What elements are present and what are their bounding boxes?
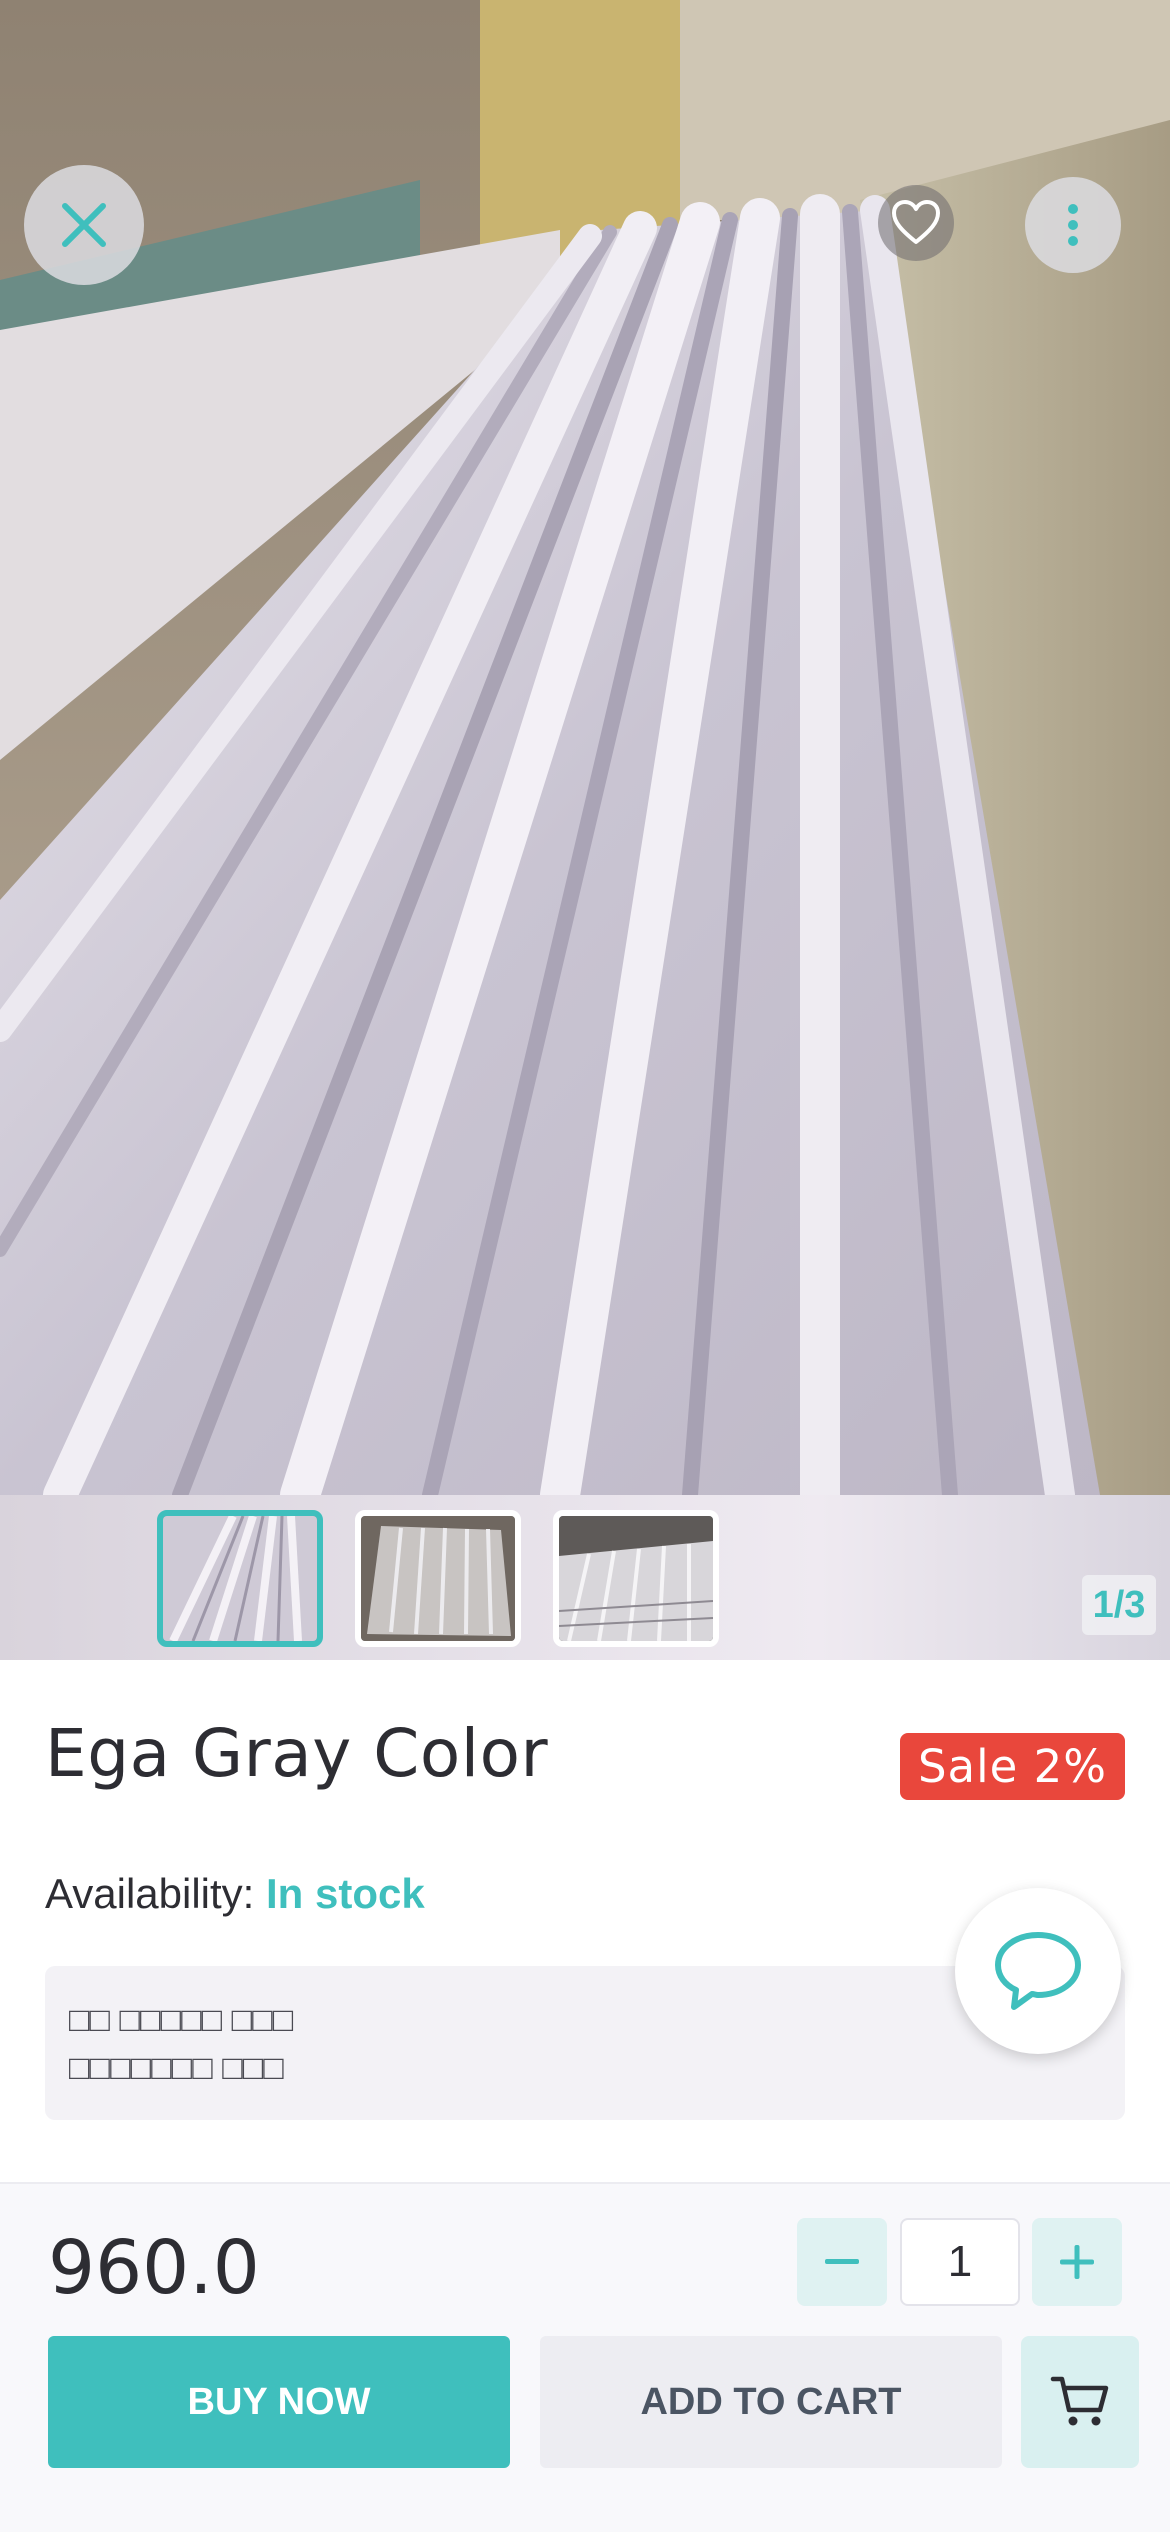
product-title: Ega Gray Color (45, 1715, 549, 1792)
close-button[interactable] (24, 165, 144, 285)
description-line-1: □□ □□□□□ □□□ (69, 2001, 294, 2039)
quantity-decrease-button[interactable] (797, 2218, 887, 2306)
minus-icon (825, 2259, 859, 2264)
more-options-button[interactable] (1025, 177, 1121, 273)
favorite-button[interactable] (878, 185, 954, 261)
plus-icon (1060, 2245, 1094, 2279)
chat-bubble-icon (995, 1932, 1081, 2010)
availability-label: Availability: (45, 1870, 255, 1917)
availability-status: In stock (266, 1870, 425, 1917)
cart-button[interactable] (1021, 2336, 1139, 2468)
description-line-2: □□□□□□□ □□□ (69, 2049, 284, 2087)
quantity-value[interactable]: 1 (900, 2218, 1020, 2306)
image-counter: 1/3 (1082, 1575, 1156, 1635)
cart-icon (1050, 2376, 1109, 2426)
product-main-image[interactable] (0, 0, 1170, 1495)
availability: Availability: In stock (45, 1870, 425, 1918)
product-image-gallery[interactable]: 1/3 (0, 0, 1170, 1660)
close-icon (62, 203, 106, 247)
sale-badge: Sale 2% (899, 1733, 1125, 1800)
thumbnail-2[interactable] (355, 1510, 521, 1647)
buy-now-button[interactable]: BUY NOW (48, 2336, 510, 2468)
add-to-cart-button[interactable]: ADD TO CART (540, 2336, 1002, 2468)
quantity-increase-button[interactable] (1032, 2218, 1122, 2306)
more-vertical-icon (1068, 204, 1078, 246)
thumbnail-3[interactable] (553, 1510, 719, 1647)
thumbnail-1[interactable] (157, 1510, 323, 1647)
price: 960.0 (48, 2225, 260, 2311)
heart-icon (892, 200, 940, 244)
thumbnail-list (157, 1510, 719, 1647)
chat-button[interactable] (955, 1888, 1121, 2054)
